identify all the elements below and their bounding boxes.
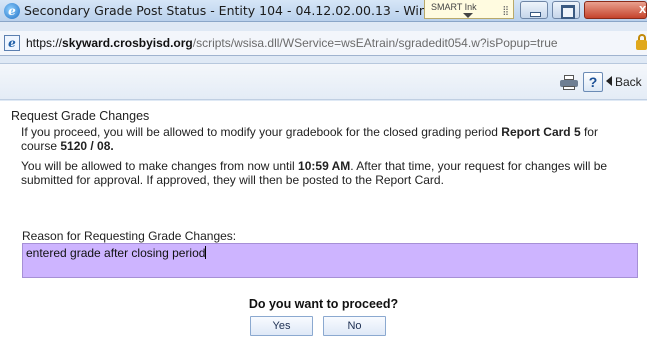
dialog-content: Request Grade Changes If you proceed, yo… (0, 101, 647, 346)
address-bar[interactable]: e https://skyward.crosbyisd.org/scripts/… (0, 31, 647, 56)
close-button[interactable] (584, 1, 647, 19)
back-arrow-icon (606, 76, 612, 86)
smart-ink-widget[interactable]: SMART Ink ⣿ (424, 0, 514, 19)
page-toolbar: ? Back (0, 64, 647, 100)
text-caret (205, 246, 207, 259)
back-label: Back (615, 75, 642, 89)
back-button[interactable]: Back (606, 73, 642, 91)
url-field[interactable]: https://skyward.crosbyisd.org/scripts/ws… (26, 36, 558, 50)
help-button[interactable]: ? (583, 72, 603, 92)
deadline-description: You will be allowed to make changes from… (21, 159, 631, 187)
description-text: You will be allowed to make changes from… (21, 159, 299, 173)
minimize-button[interactable] (520, 1, 548, 19)
reason-value: entered grade after closing period (26, 246, 206, 260)
maximize-button[interactable] (552, 1, 580, 19)
proceed-question: Do you want to proceed? (248, 297, 399, 311)
frame-separator (0, 56, 647, 64)
page-icon: e (4, 35, 20, 51)
no-button[interactable]: No (323, 316, 386, 336)
printer-icon[interactable] (560, 75, 578, 91)
course-code: 5120 / 08. (60, 139, 114, 153)
proceed-description: If you proceed, you will be allowed to m… (21, 125, 631, 153)
ie-app-icon: e (4, 3, 20, 19)
reason-textarea[interactable]: entered grade after closing period (22, 243, 638, 278)
description-text: If you proceed, you will be allowed to m… (21, 125, 502, 139)
grading-period: Report Card 5 (501, 125, 581, 139)
url-path: /scripts/wsisa.dll/WService=wsEAtrain/sg… (192, 36, 558, 50)
lock-icon[interactable] (636, 34, 647, 50)
reason-label: Reason for Requesting Grade Changes: (22, 229, 237, 243)
deadline-time: 10:59 AM (298, 159, 351, 173)
grip-icon: ⣿ (502, 5, 509, 15)
url-domain: skyward.crosbyisd.org (62, 36, 193, 50)
yes-button[interactable]: Yes (250, 316, 313, 336)
window-title-bar: e Secondary Grade Post Status - Entity 1… (0, 0, 647, 22)
dialog-heading: Request Grade Changes (11, 109, 150, 123)
smart-ink-label: SMART Ink (431, 2, 477, 12)
chevron-down-icon (463, 13, 473, 18)
url-scheme: https:// (26, 36, 63, 50)
